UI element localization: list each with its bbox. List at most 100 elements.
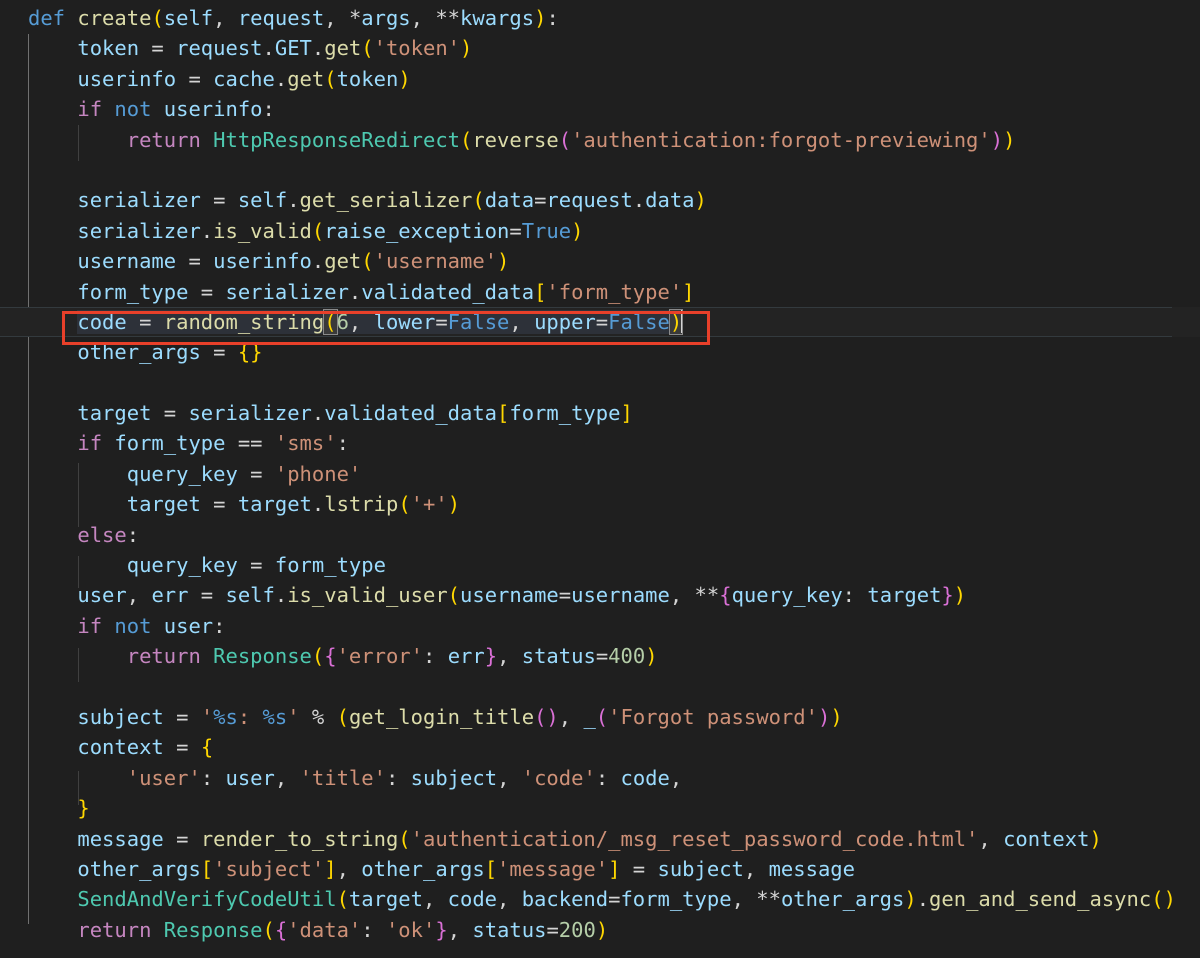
token-attr-validated-data: validated_data (324, 401, 498, 426)
token-bracket: [ (497, 401, 510, 426)
code-line[interactable]: query_key = form_type (0, 550, 1200, 580)
token-kwarg-raise-exception: raise_exception (324, 218, 510, 243)
code-line[interactable]: token = request.GET.get('token') (0, 33, 1200, 63)
token-paren: ) (595, 917, 609, 942)
code-line[interactable]: } (0, 793, 1200, 823)
token-equals: = (534, 188, 547, 213)
token-comma: , (447, 917, 473, 942)
code-line[interactable]: if form_type == 'sms': (0, 428, 1200, 458)
token-var-userinfo: userinfo (213, 249, 312, 274)
token-paren: ) (460, 36, 473, 61)
token-brace: { (719, 583, 732, 608)
token-var-context: context (77, 735, 164, 760)
token-colon: : (423, 644, 448, 669)
token-dot: . (916, 887, 930, 912)
token-var-form-type: form_type (274, 553, 386, 578)
token-paren: ( (558, 127, 572, 152)
code-line[interactable]: def create(self, request, *args, **kwarg… (0, 3, 1200, 33)
code-line[interactable]: target = serializer.validated_data[form_… (0, 398, 1200, 428)
token-colon: : (336, 431, 349, 456)
code-line[interactable]: if not user: (0, 611, 1200, 641)
code-line[interactable]: serializer = self.get_serializer(data=re… (0, 185, 1200, 215)
token-quote: ' (287, 704, 300, 729)
code-line-blank[interactable] (0, 155, 1200, 185)
code-line[interactable]: form_type = serializer.validated_data['f… (0, 277, 1200, 307)
token-var-form-type: form_type (509, 401, 621, 426)
token-assign: = (188, 279, 226, 304)
token-brace: } (941, 583, 954, 608)
token-comma: , (509, 309, 535, 334)
token-brace: { (237, 340, 251, 365)
code-line[interactable]: username = userinfo.get('username') (0, 246, 1200, 276)
token-method-get: get (324, 36, 362, 61)
token-var-other-args: other_args (77, 856, 201, 881)
token-paren: ( (534, 704, 547, 729)
token-paren-open-matched: ( (323, 308, 338, 335)
token-equals: = (608, 887, 621, 912)
code-line[interactable]: if not userinfo: (0, 94, 1200, 124)
token-comma: , (410, 6, 436, 30)
token-assign: = (176, 249, 214, 274)
token-keyword-return: return (77, 917, 152, 942)
token-assign: = (200, 340, 238, 365)
token-param-self: self (163, 6, 214, 30)
token-dot: . (274, 66, 288, 91)
token-param-kwargs: kwargs (460, 6, 535, 30)
token-paren: ( (447, 583, 461, 608)
token-assign: = (126, 309, 164, 334)
token-var-request: request (176, 36, 263, 61)
token-var-code: code (447, 887, 498, 912)
token-paren: ) (571, 218, 584, 243)
token-number-6: 6 (336, 309, 349, 334)
selection-range: code = random_string(6, lower=False, upp… (77, 308, 684, 335)
token-kwarg-upper: upper (534, 309, 596, 334)
token-number-200: 200 (558, 917, 596, 942)
token-paren: ) (694, 188, 707, 213)
code-editor[interactable]: def create(self, request, *args, **kwarg… (0, 0, 1200, 958)
token-var-subject: subject (410, 765, 498, 790)
token-var-err: err (151, 583, 189, 608)
token-paren: ( (361, 249, 374, 274)
code-line[interactable]: return Response({'data': 'ok'}, status=2… (0, 915, 1200, 945)
code-line[interactable]: other_args = {} (0, 337, 1200, 367)
token-var-serializer: serializer (77, 218, 201, 243)
code-line[interactable]: userinfo = cache.get(token) (0, 64, 1200, 94)
token-var-target: target (237, 492, 312, 517)
token-paren: ) (953, 583, 967, 608)
token-var-user: user (77, 583, 127, 608)
token-equals: = (558, 583, 572, 608)
token-var-code: code (620, 765, 670, 790)
code-line[interactable]: query_key = 'phone' (0, 459, 1200, 489)
code-line[interactable]: target = target.lstrip('+') (0, 489, 1200, 519)
token-dot: . (311, 401, 325, 426)
code-content[interactable]: def create(self, request, *args, **kwarg… (0, 3, 1200, 945)
token-bracket: ] (682, 279, 695, 304)
code-line[interactable]: return HttpResponseRedirect(reverse('aut… (0, 125, 1200, 155)
token-var-target: target (77, 401, 152, 426)
code-line[interactable]: 'user': user, 'title': subject, 'code': … (0, 763, 1200, 793)
code-line[interactable]: context = { (0, 732, 1200, 762)
token-var-form-type: form_type (114, 431, 226, 456)
token-dot: . (632, 188, 646, 213)
code-line[interactable]: other_args['subject'], other_args['messa… (0, 854, 1200, 884)
token-string-literal: : (237, 704, 263, 729)
token-attr-validated-data: validated_data (361, 279, 535, 304)
code-line[interactable]: message = render_to_string('authenticati… (0, 824, 1200, 854)
token-comma: , (978, 826, 1004, 851)
token-double-star: ** (435, 6, 461, 30)
code-line[interactable]: SendAndVerifyCodeUtil(target, code, back… (0, 884, 1200, 914)
code-line-highlighted[interactable]: code = random_string(6, lower=False, upp… (0, 306, 1200, 338)
code-line[interactable]: user, err = self.is_valid_user(username=… (0, 580, 1200, 610)
code-line-blank[interactable] (0, 368, 1200, 398)
token-paren: ) (534, 6, 547, 30)
code-line[interactable]: subject = '%s: %s' % (get_login_title(),… (0, 702, 1200, 732)
token-paren: ( (398, 826, 411, 851)
code-line[interactable]: else: (0, 520, 1200, 550)
code-line[interactable]: return Response({'error': err}, status=4… (0, 641, 1200, 671)
code-line[interactable]: serializer.is_valid(raise_exception=True… (0, 216, 1200, 246)
token-equals: = (595, 309, 609, 334)
code-line-blank[interactable] (0, 672, 1200, 702)
token-brace: { (200, 735, 214, 760)
token-function-gettext: _ (583, 704, 596, 729)
token-keyword-else: else (77, 522, 127, 547)
